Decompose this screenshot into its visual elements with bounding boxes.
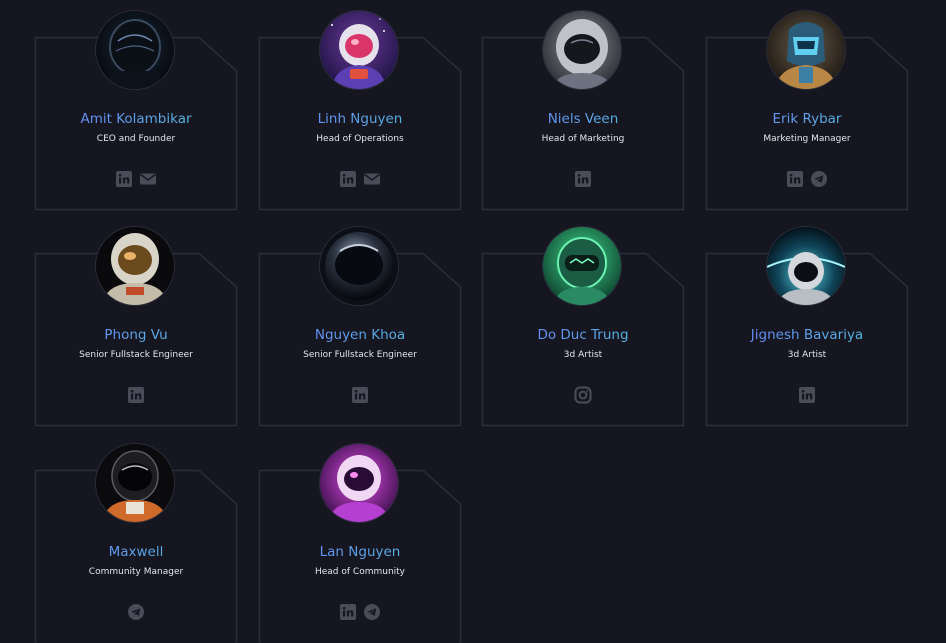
team-card: Amit Kolambikar CEO and Founder (34, 11, 238, 211)
team-card: Do Duc Trung 3d Artist (481, 227, 685, 427)
avatar (543, 227, 621, 305)
member-name: Linh Nguyen (259, 111, 461, 127)
member-name: Amit Kolambikar (35, 111, 237, 127)
social-links (259, 386, 461, 404)
team-grid: Amit Kolambikar CEO and Founder Linh Ngu… (0, 0, 946, 643)
linkedin-icon[interactable] (351, 386, 369, 404)
social-links (35, 386, 237, 404)
linkedin-icon[interactable] (574, 170, 592, 188)
linkedin-icon[interactable] (339, 603, 357, 621)
team-card: Nguyen Khoa Senior Fullstack Engineer (258, 227, 462, 427)
team-card: Phong Vu Senior Fullstack Engineer (34, 227, 238, 427)
member-role: 3d Artist (787, 350, 827, 360)
mail-icon[interactable] (363, 170, 381, 188)
social-links (259, 603, 461, 621)
mail-icon[interactable] (139, 170, 157, 188)
social-links (482, 386, 684, 404)
member-name: Jignesh Bavariya (706, 327, 908, 343)
linkedin-icon[interactable] (339, 170, 357, 188)
member-name: Niels Veen (482, 111, 684, 127)
avatar (96, 444, 174, 522)
member-role: 3d Artist (563, 350, 603, 360)
avatar (96, 227, 174, 305)
social-links (35, 170, 237, 188)
team-card: Lan Nguyen Head of Community (258, 444, 462, 643)
member-role: Community Manager (88, 567, 184, 577)
telegram-icon[interactable] (363, 603, 381, 621)
social-links (259, 170, 461, 188)
member-role: Marketing Manager (763, 134, 851, 144)
member-role: Senior Fullstack Engineer (79, 350, 193, 360)
member-name: Maxwell (35, 544, 237, 560)
avatar (320, 444, 398, 522)
social-links (706, 170, 908, 188)
member-name: Phong Vu (35, 327, 237, 343)
instagram-icon[interactable] (574, 386, 592, 404)
telegram-icon[interactable] (810, 170, 828, 188)
member-role: Senior Fullstack Engineer (303, 350, 417, 360)
social-links (706, 386, 908, 404)
linkedin-icon[interactable] (786, 170, 804, 188)
avatar (767, 227, 845, 305)
member-role: CEO and Founder (96, 134, 176, 144)
avatar (767, 11, 845, 89)
team-card: Erik Rybar Marketing Manager (705, 11, 909, 211)
team-card: Linh Nguyen Head of Operations (258, 11, 462, 211)
avatar (543, 11, 621, 89)
team-card: Maxwell Community Manager (34, 444, 238, 643)
member-name: Nguyen Khoa (259, 327, 461, 343)
avatar (96, 11, 174, 89)
avatar (320, 227, 398, 305)
linkedin-icon[interactable] (798, 386, 816, 404)
member-name: Do Duc Trung (482, 327, 684, 343)
avatar (320, 11, 398, 89)
telegram-icon[interactable] (127, 603, 145, 621)
linkedin-icon[interactable] (115, 170, 133, 188)
member-name: Lan Nguyen (259, 544, 461, 560)
linkedin-icon[interactable] (127, 386, 145, 404)
member-role: Head of Community (314, 567, 406, 577)
social-links (482, 170, 684, 188)
team-card: Niels Veen Head of Marketing (481, 11, 685, 211)
member-role: Head of Marketing (541, 134, 625, 144)
team-card: Jignesh Bavariya 3d Artist (705, 227, 909, 427)
social-links (35, 603, 237, 621)
member-name: Erik Rybar (706, 111, 908, 127)
member-role: Head of Operations (316, 134, 404, 144)
